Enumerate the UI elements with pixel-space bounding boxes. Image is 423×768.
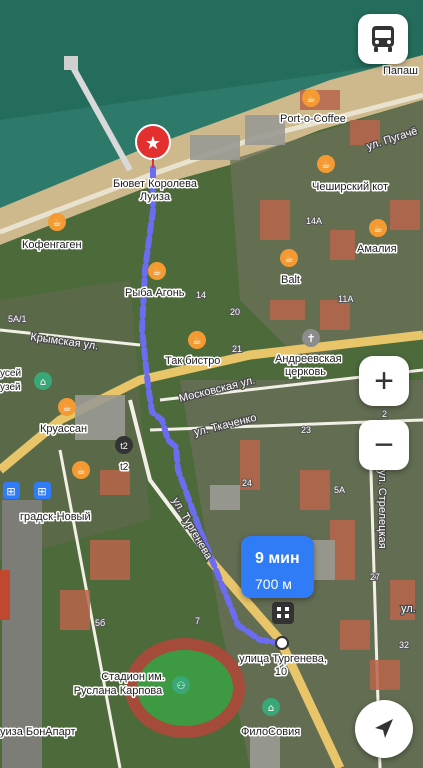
route-distance: 700 м — [255, 576, 292, 592]
poi-label: Амалия — [357, 243, 397, 255]
house-number: 5А/1 — [8, 314, 27, 324]
start-label: Бювет Королева — [113, 178, 198, 190]
svg-text:⌂: ⌂ — [268, 703, 274, 714]
house-number: 2 — [382, 409, 387, 419]
pier-head — [64, 56, 78, 70]
poi-label: Стадион им. — [101, 671, 165, 683]
svg-text:☕: ☕ — [77, 466, 86, 477]
svg-text:☕: ☕ — [153, 267, 162, 278]
house-number: 14А — [306, 216, 322, 226]
poi-label: Так бистро — [165, 355, 220, 367]
coffee-icon[interactable]: ☕ — [58, 398, 76, 416]
bus-stop-icon[interactable]: t2 — [115, 436, 133, 454]
transport-button[interactable] — [358, 14, 408, 64]
coffee-icon[interactable]: ☕ — [48, 213, 66, 231]
cafe-icon[interactable]: ☕ — [72, 461, 90, 479]
house-number: 5А — [334, 485, 345, 495]
plus-icon: + — [374, 362, 394, 400]
my-location-button[interactable] — [355, 700, 413, 758]
poi-label: Андреевская — [275, 353, 342, 365]
svg-text:✝: ✝ — [306, 332, 315, 345]
star-icon: ★ — [145, 133, 161, 154]
cafe-icon[interactable]: ☕ — [148, 262, 166, 280]
svg-text:☕: ☕ — [374, 224, 383, 235]
house-number: 32 — [399, 640, 409, 650]
poi-label: Кофенгаген — [22, 239, 82, 251]
poi-label: Рыба Агонь — [125, 287, 185, 299]
svg-text:⊞: ⊞ — [37, 485, 46, 498]
svg-text:☕: ☕ — [53, 218, 62, 229]
house-number: 24 — [242, 478, 252, 488]
svg-text:☕: ☕ — [193, 336, 202, 347]
svg-text:☕: ☕ — [63, 403, 72, 414]
svg-text:☕: ☕ — [285, 254, 294, 265]
coffee-icon[interactable]: ☕ — [188, 331, 206, 349]
house-number: 23 — [301, 425, 311, 435]
house-number: 14 — [196, 290, 206, 300]
poi-label: уиза БонАпарт — [0, 726, 76, 738]
culture-icon[interactable]: ⌂ — [262, 698, 280, 716]
minus-icon: − — [374, 426, 394, 464]
route-info-card[interactable]: 9 мин 700 м — [241, 536, 314, 598]
poi-label: церковь — [285, 366, 326, 378]
street-label: ул. Стрелецкая — [376, 470, 388, 549]
navigation-arrow-icon — [375, 719, 393, 738]
poi-label: усей — [0, 368, 21, 379]
destination-label-2: 10 — [275, 666, 287, 678]
house-number: 27 — [370, 572, 380, 582]
poi-label: узей — [0, 382, 21, 393]
house-number: 20 — [230, 307, 240, 317]
poi-label: Balt — [281, 274, 300, 286]
poi-label: Папаш — [383, 65, 418, 77]
svg-text:⊞: ⊞ — [6, 485, 15, 498]
poi-label: Port-o-Coffee — [280, 113, 346, 125]
coffee-icon[interactable]: ☕ — [302, 89, 320, 107]
platform — [0, 570, 10, 620]
museum-icon[interactable]: ⌂ — [34, 372, 52, 390]
restaurant-icon[interactable]: ☕ — [369, 219, 387, 237]
zoom-in-button[interactable]: + — [359, 356, 409, 406]
restaurant-icon[interactable]: ☕ — [280, 249, 298, 267]
house-number: 7 — [195, 616, 200, 626]
zoom-out-button[interactable]: − — [359, 420, 409, 470]
svg-text:☕: ☕ — [307, 94, 316, 105]
poi-label: Круассан — [40, 423, 87, 435]
bus-icon — [372, 26, 394, 52]
church-icon[interactable]: ✝ — [302, 329, 320, 347]
building-icon — [272, 602, 294, 624]
house-number: 11А — [338, 294, 353, 304]
street-label: ул. — [401, 603, 416, 615]
train-icon[interactable]: ⊞ — [34, 482, 51, 499]
cafe-icon[interactable]: ☕ — [317, 155, 335, 173]
poi-label: Чеширский кот — [312, 181, 388, 193]
poi-label: ФилоСовия — [241, 726, 300, 738]
poi-label: Руслана Карпова — [74, 685, 163, 697]
route-time: 9 мин — [255, 550, 300, 567]
svg-text:⚇: ⚇ — [177, 681, 186, 692]
start-label-2: Луиза — [140, 191, 171, 203]
svg-text:☕: ☕ — [322, 160, 331, 171]
train-station-icon[interactable]: ⊞ — [3, 482, 20, 499]
svg-text:⌂: ⌂ — [40, 377, 46, 388]
bus-label: t2 — [120, 462, 129, 473]
house-number: 21 — [232, 344, 242, 354]
stadium-icon[interactable]: ⚇ — [172, 676, 190, 694]
destination-label: улица Тургенева, — [239, 653, 327, 665]
station-label: градск-Новый — [20, 511, 91, 523]
svg-text:t2: t2 — [120, 441, 128, 451]
house-number: 5б — [95, 618, 105, 628]
